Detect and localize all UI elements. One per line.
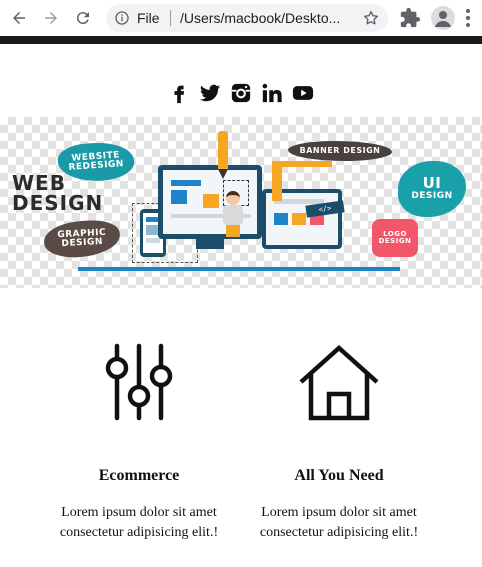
floor-line: [78, 267, 400, 271]
feature-icon-wrap: [44, 336, 234, 428]
feature-card-all-you-need: All You Need Lorem ipsum dolor sit amet …: [244, 336, 434, 543]
facebook-link[interactable]: [167, 81, 191, 105]
banner-design-badge: BANNER DESIGN: [288, 141, 392, 161]
home-icon: [299, 344, 379, 421]
crane-illustration: [272, 161, 282, 201]
crane-arm: [272, 161, 332, 167]
youtube-icon: [292, 86, 314, 100]
reload-button[interactable]: [70, 5, 96, 31]
designer-figure: [220, 191, 246, 237]
graphic-design-badge: GRAPHIC DESIGN: [43, 219, 121, 259]
youtube-link[interactable]: [291, 81, 315, 105]
linkedin-link[interactable]: [260, 81, 284, 105]
browser-menu-button[interactable]: [460, 6, 476, 30]
feature-description: Lorem ipsum dolor sit amet consectetur a…: [59, 505, 219, 540]
instagram-link[interactable]: [229, 81, 253, 105]
browser-toolbar: File /Users/macbook/Deskto...: [0, 0, 482, 36]
address-separator: [170, 10, 171, 26]
figure-stool: [226, 225, 240, 237]
figure-body: [223, 205, 243, 225]
page-top-bar: [0, 36, 482, 44]
ui-design-label: DESIGN: [411, 191, 453, 202]
ui-design-badge: UI DESIGN: [398, 161, 466, 217]
profile-avatar[interactable]: [431, 6, 455, 30]
pen-tip: [218, 169, 228, 179]
feature-title: All You Need: [294, 467, 384, 484]
pen-illustration: [218, 131, 228, 169]
hero-banner: WEBSITE REDESIGN WEB DESIGN GRAPHIC DESI…: [0, 117, 482, 288]
sliders-icon: [105, 343, 173, 421]
logo-design-badge: LOGO DESIGN: [372, 219, 418, 257]
feature-card-ecommerce: Ecommerce Lorem ipsum dolor sit amet con…: [44, 336, 234, 543]
instagram-icon: [231, 83, 251, 103]
linkedin-icon: [262, 83, 282, 103]
person-icon: [435, 11, 451, 27]
menu-dot: [466, 16, 470, 20]
menu-dot: [466, 23, 470, 27]
ui-label: UI: [422, 174, 442, 193]
arrow-right-icon: [45, 12, 57, 24]
monitor-illustration: [158, 165, 262, 239]
back-button[interactable]: [6, 5, 32, 31]
arrow-left-icon: [13, 12, 25, 24]
feature-icon-wrap: [244, 336, 434, 428]
info-icon[interactable]: [114, 10, 130, 26]
twitter-link[interactable]: [198, 81, 222, 105]
feature-description: Lorem ipsum dolor sit amet consectetur a…: [259, 505, 419, 540]
url-text[interactable]: /Users/macbook/Deskto...: [180, 10, 356, 26]
reload-icon: [76, 12, 89, 25]
file-label: File: [137, 10, 160, 26]
social-links: [0, 80, 482, 106]
address-bar[interactable]: File /Users/macbook/Deskto...: [106, 4, 388, 32]
web-design-lettering: WEB DESIGN: [12, 171, 104, 215]
menu-dot: [466, 9, 470, 13]
figure-head: [226, 191, 240, 205]
forward-button[interactable]: [38, 5, 64, 31]
monitor-stand: [196, 239, 224, 249]
feature-title: Ecommerce: [98, 467, 180, 484]
star-icon[interactable]: [362, 9, 380, 27]
extensions-puzzle-icon[interactable]: [399, 7, 421, 29]
facebook-icon: [174, 85, 185, 104]
twitter-icon: [199, 84, 221, 102]
